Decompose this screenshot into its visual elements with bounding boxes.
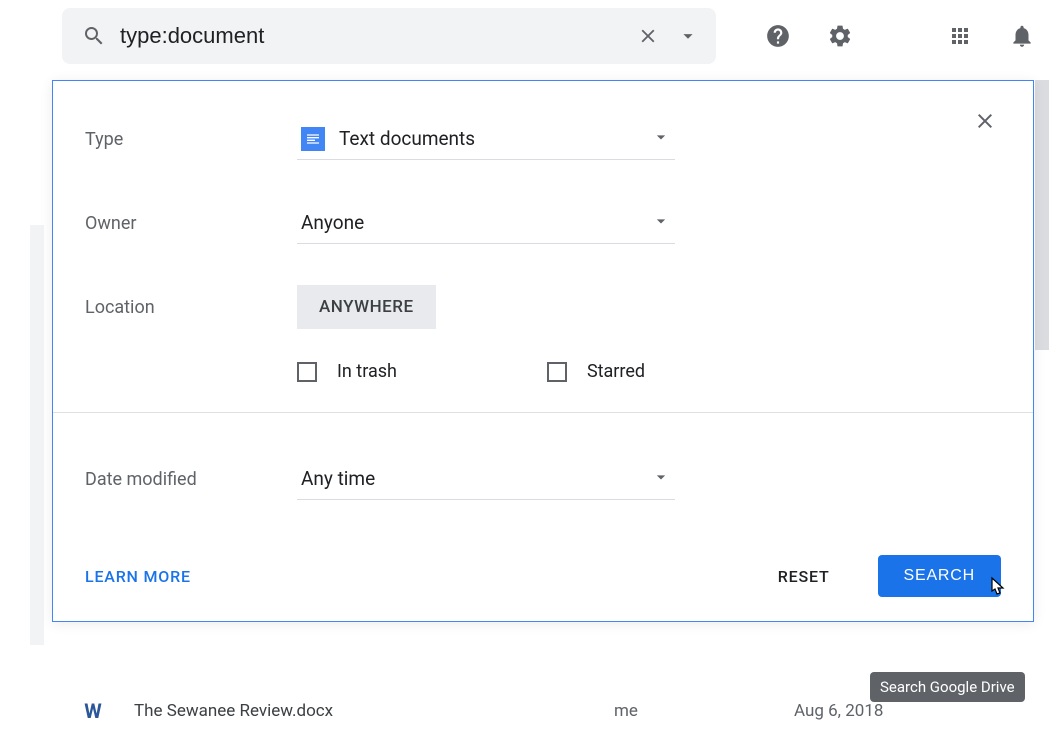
document-icon [301, 127, 325, 151]
file-owner: me [614, 701, 794, 721]
owner-label: Owner [85, 213, 297, 234]
advanced-search-panel: Type Text documents Owner Anyone Locatio… [52, 80, 1034, 622]
chevron-down-icon [651, 467, 671, 491]
learn-more-link[interactable]: LEARN MORE [85, 567, 191, 586]
search-box[interactable] [62, 8, 716, 64]
owner-value: Anyone [301, 211, 651, 234]
clear-search-button[interactable] [628, 16, 668, 56]
date-modified-label: Date modified [85, 469, 297, 490]
file-date: Aug 6, 2018 [794, 701, 883, 721]
starred-checkbox[interactable]: Starred [547, 361, 645, 382]
checkbox-icon [547, 362, 567, 382]
in-trash-checkbox[interactable]: In trash [297, 361, 397, 382]
word-icon: W [82, 700, 104, 722]
search-input[interactable] [106, 23, 628, 49]
location-chip[interactable]: ANYWHERE [297, 285, 436, 329]
settings-icon[interactable] [820, 16, 860, 56]
type-select[interactable]: Text documents [297, 119, 675, 160]
starred-label: Starred [587, 361, 645, 382]
cursor-hand-icon [983, 575, 1011, 603]
file-row[interactable]: W The Sewanee Review.docx me Aug 6, 2018 [82, 700, 1002, 722]
in-trash-label: In trash [337, 361, 397, 382]
date-modified-select[interactable]: Any time [297, 459, 675, 500]
search-tooltip: Search Google Drive [870, 672, 1025, 702]
scrollbar[interactable] [1035, 80, 1049, 350]
chevron-down-icon [651, 211, 671, 235]
type-value: Text documents [339, 127, 651, 150]
chevron-down-icon [651, 127, 671, 151]
owner-select[interactable]: Anyone [297, 203, 675, 244]
type-label: Type [85, 129, 297, 150]
search-options-dropdown[interactable] [668, 16, 708, 56]
close-panel-button[interactable] [965, 101, 1005, 141]
search-icon [82, 24, 106, 48]
date-modified-value: Any time [301, 467, 651, 490]
help-icon[interactable] [758, 16, 798, 56]
apps-icon[interactable] [940, 16, 980, 56]
location-label: Location [85, 297, 297, 318]
reset-button[interactable]: RESET [778, 567, 830, 586]
file-name: The Sewanee Review.docx [134, 701, 614, 721]
checkbox-icon [297, 362, 317, 382]
notifications-icon[interactable] [1002, 16, 1042, 56]
divider [53, 412, 1033, 413]
